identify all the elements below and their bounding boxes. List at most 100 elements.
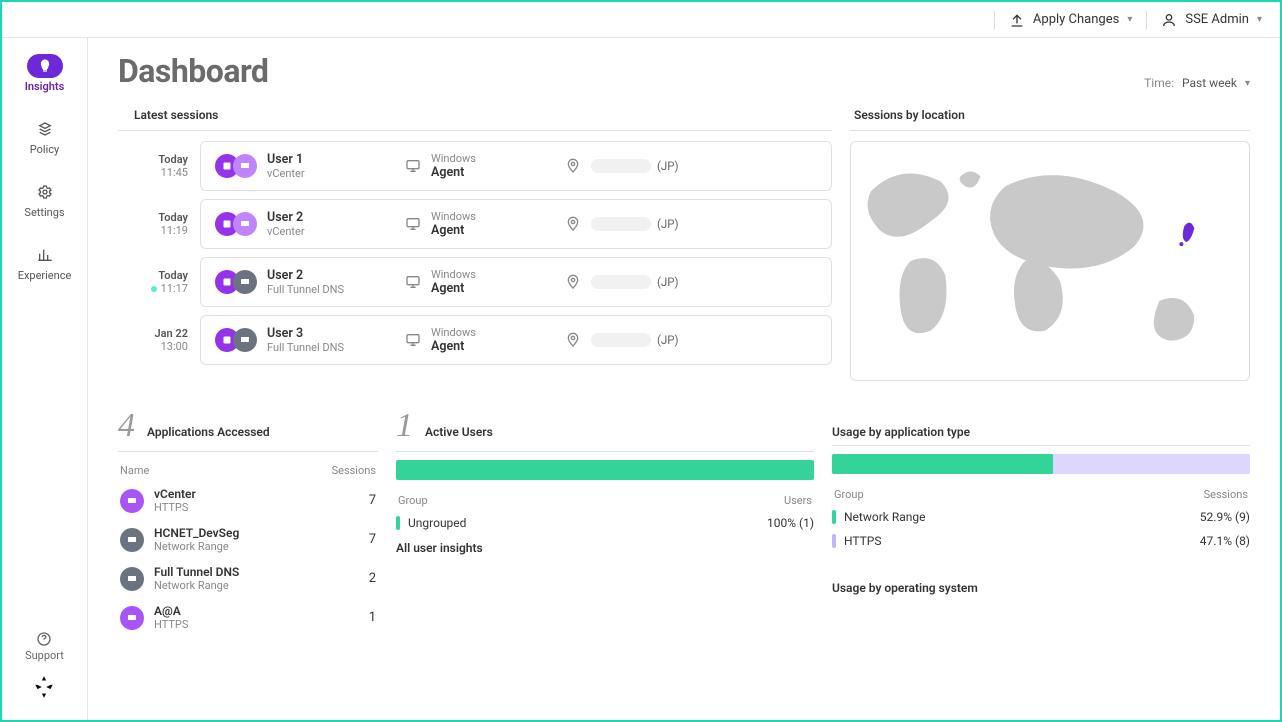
session-time: Today11:17 xyxy=(118,269,188,295)
usage-os-title: Usage by operating system xyxy=(832,581,1250,595)
session-client: Agent xyxy=(431,223,476,238)
app-subtype: HTTPS xyxy=(154,501,196,514)
col-sessions: Sessions xyxy=(1204,488,1248,501)
usage-group-row[interactable]: HTTPS 47.1% (8) xyxy=(832,529,1250,553)
user-menu-button[interactable]: SSE Admin ▾ xyxy=(1161,12,1262,28)
location-country: (JP) xyxy=(657,275,679,289)
policy-icon xyxy=(37,121,53,137)
app-subtype: Network Range xyxy=(154,540,239,553)
col-sessions: Sessions xyxy=(332,464,376,477)
location-pin-icon xyxy=(565,158,581,174)
app-badge-icon xyxy=(233,270,257,294)
sidebar-item-policy[interactable]: Policy xyxy=(10,111,80,162)
session-client: Agent xyxy=(431,339,476,354)
app-type-icon xyxy=(120,606,144,630)
session-badges xyxy=(215,212,257,236)
time-range-picker[interactable]: Time: Past week ▾ xyxy=(1144,76,1250,90)
col-users: Users xyxy=(784,494,812,507)
help-icon xyxy=(36,631,52,647)
session-platform: Windows xyxy=(431,326,476,339)
location-pin-icon xyxy=(565,274,581,290)
sidebar-item-settings[interactable]: Settings xyxy=(10,174,80,225)
session-user: User 1 xyxy=(267,152,305,167)
location-country: (JP) xyxy=(657,217,679,231)
active-users-title: Active Users xyxy=(425,425,493,439)
chevron-down-icon: ▾ xyxy=(1257,14,1262,25)
divider xyxy=(994,11,995,29)
apps-accessed-count: 4 xyxy=(118,407,135,445)
location-redacted xyxy=(591,275,651,289)
session-platform: Windows xyxy=(431,152,476,165)
world-map-svg xyxy=(851,142,1249,380)
session-row: Today11:45 User 1vCenter WindowsAgent (J… xyxy=(118,141,832,191)
all-user-insights-link[interactable]: All user insights xyxy=(396,535,814,555)
session-app: vCenter xyxy=(267,225,305,238)
legend-mark-icon xyxy=(832,534,836,548)
section-title-latest-sessions: Latest sessions xyxy=(118,98,832,131)
session-client: Agent xyxy=(431,281,476,296)
app-badge-icon xyxy=(233,154,257,178)
sidebar-item-support[interactable]: Support xyxy=(25,631,64,662)
session-card[interactable]: User 2Full Tunnel DNS WindowsAgent (JP) xyxy=(200,257,832,307)
sidebar-item-label: Insights xyxy=(25,80,65,93)
app-type-icon xyxy=(120,528,144,552)
app-name: A@A xyxy=(154,604,188,618)
monitor-icon xyxy=(405,274,421,290)
session-card[interactable]: User 1vCenter WindowsAgent (JP) xyxy=(200,141,832,191)
app-session-count: 2 xyxy=(369,571,376,586)
col-name: Name xyxy=(120,464,149,477)
group-value: 47.1% (8) xyxy=(1200,534,1250,548)
application-row[interactable]: Full Tunnel DNSNetwork Range 2 xyxy=(118,559,378,598)
application-row[interactable]: HCNET_DevSegNetwork Range 7 xyxy=(118,520,378,559)
app-session-count: 7 xyxy=(369,532,376,547)
legend-mark-icon xyxy=(396,516,400,530)
upload-icon xyxy=(1009,12,1025,28)
sidebar-item-insights[interactable]: Insights xyxy=(10,48,80,99)
session-badges xyxy=(215,270,257,294)
location-country: (JP) xyxy=(657,333,679,347)
sidebar-item-label: Settings xyxy=(24,206,64,219)
session-platform: Windows xyxy=(431,268,476,281)
session-user: User 2 xyxy=(267,268,344,283)
sidebar: Insights Policy Settings Experience Supp… xyxy=(2,38,88,720)
application-row[interactable]: A@AHTTPS 1 xyxy=(118,598,378,637)
group-name: HTTPS xyxy=(844,534,882,548)
time-label: Time: xyxy=(1144,76,1174,90)
col-group: Group xyxy=(398,494,428,507)
apply-changes-button[interactable]: Apply Changes ▾ xyxy=(1009,12,1132,28)
session-time: Jan 2213:00 xyxy=(118,327,188,353)
application-row[interactable]: vCenterHTTPS 7 xyxy=(118,481,378,520)
world-map[interactable] xyxy=(850,141,1250,381)
app-type-icon xyxy=(120,489,144,513)
location-pin-icon xyxy=(565,332,581,348)
session-app: vCenter xyxy=(267,167,305,180)
session-app: Full Tunnel DNS xyxy=(267,283,344,296)
sidebar-item-experience[interactable]: Experience xyxy=(10,237,80,288)
chevron-down-icon: ▾ xyxy=(1127,14,1132,25)
session-badges xyxy=(215,328,257,352)
group-name: Ungrouped xyxy=(408,516,466,530)
app-session-count: 7 xyxy=(369,493,376,508)
session-card[interactable]: User 2vCenter WindowsAgent (JP) xyxy=(200,199,832,249)
usage-group-row[interactable]: Network Range 52.9% (9) xyxy=(832,505,1250,529)
bar-chart-icon xyxy=(37,247,53,263)
session-card[interactable]: User 3Full Tunnel DNS WindowsAgent (JP) xyxy=(200,315,832,365)
user-group-row[interactable]: Ungrouped 100% (1) xyxy=(396,511,814,535)
location-redacted xyxy=(591,217,651,231)
session-row: Today11:19 User 2vCenter WindowsAgent (J… xyxy=(118,199,832,249)
session-user: User 3 xyxy=(267,326,344,341)
app-name: vCenter xyxy=(154,487,196,501)
user-name-label: SSE Admin xyxy=(1185,12,1249,27)
group-value: 100% (1) xyxy=(767,516,814,530)
group-value: 52.9% (9) xyxy=(1200,510,1250,524)
session-user: User 2 xyxy=(267,210,305,225)
session-badges xyxy=(215,154,257,178)
active-users-count: 1 xyxy=(396,407,413,445)
active-users-bar xyxy=(396,460,814,480)
gear-icon xyxy=(37,184,53,200)
divider xyxy=(1146,11,1147,29)
app-badge-icon xyxy=(233,212,257,236)
support-label: Support xyxy=(25,649,64,662)
monitor-icon xyxy=(405,216,421,232)
logo-icon xyxy=(31,674,57,706)
